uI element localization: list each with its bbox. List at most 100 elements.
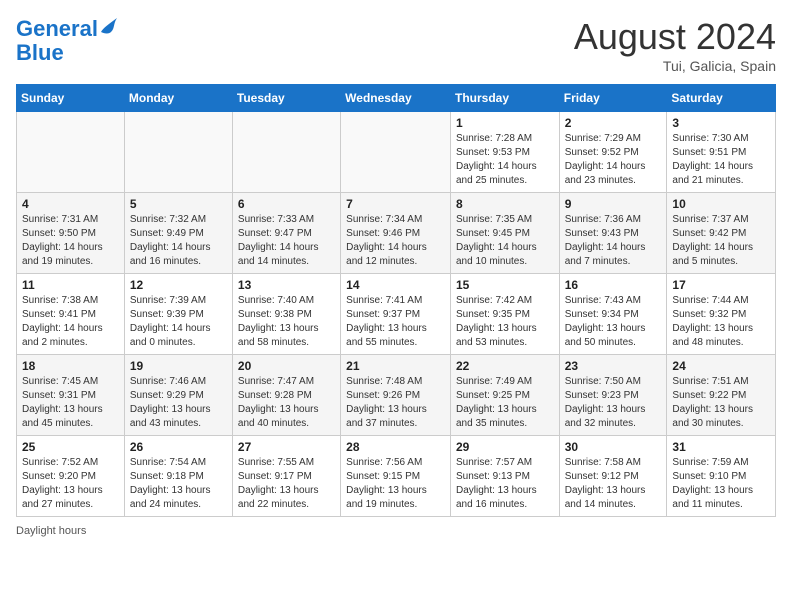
day-number: 23 (565, 359, 662, 373)
calendar-cell: 25Sunrise: 7:52 AM Sunset: 9:20 PM Dayli… (17, 436, 125, 517)
calendar-cell: 3Sunrise: 7:30 AM Sunset: 9:51 PM Daylig… (667, 112, 776, 193)
calendar-cell: 28 Sunrise: 7:56 AM Sunset: 9:15 PM Dayli… (341, 436, 451, 517)
day-number: 24 (672, 359, 770, 373)
day-number: 8 (456, 197, 554, 211)
calendar-cell: 11Sunrise: 7:38 AM Sunset: 9:41 PM Dayli… (17, 274, 125, 355)
day-number: 11 (22, 278, 119, 292)
day-info: Sunrise: 7:45 AM Sunset: 9:31 PM Dayligh… (22, 375, 119, 431)
day-number: 28 (346, 440, 445, 454)
day-number: 27 (238, 440, 335, 454)
day-info: Sunrise: 7:39 AM Sunset: 9:39 PM Dayligh… (130, 294, 227, 350)
calendar-header-row: SundayMondayTuesdayWednesdayThursdayFrid… (17, 85, 776, 112)
day-number: 19 (130, 359, 227, 373)
calendar-header-friday: Friday (559, 85, 667, 112)
day-number: 13 (238, 278, 335, 292)
calendar-cell: 19 Sunrise: 7:46 AM Sunset: 9:29 PM Dayli… (124, 355, 232, 436)
day-info: Sunrise: 7:50 AM Sunset: 9:23 PM Dayligh… (565, 375, 662, 431)
day-info: Sunrise: 7:42 AM Sunset: 9:35 PM Dayligh… (456, 294, 554, 350)
day-number: 31 (672, 440, 770, 454)
calendar-cell: 5 Sunrise: 7:32 AM Sunset: 9:49 PM Daylig… (124, 193, 232, 274)
day-info: Sunrise: 7:32 AM Sunset: 9:49 PM Dayligh… (130, 213, 227, 269)
calendar-cell: 23 Sunrise: 7:50 AM Sunset: 9:23 PM Dayli… (559, 355, 667, 436)
calendar-week-5: 25Sunrise: 7:52 AM Sunset: 9:20 PM Dayli… (17, 436, 776, 517)
logo-general: General (16, 16, 98, 41)
calendar-header-monday: Monday (124, 85, 232, 112)
day-info: Sunrise: 7:46 AM Sunset: 9:29 PM Dayligh… (130, 375, 227, 431)
day-info: Sunrise: 7:28 AM Sunset: 9:53 PM Dayligh… (456, 132, 554, 188)
day-info: Sunrise: 7:37 AM Sunset: 9:42 PM Dayligh… (672, 213, 770, 269)
day-number: 25 (22, 440, 119, 454)
logo-blue: Blue (16, 40, 64, 65)
calendar-header-thursday: Thursday (450, 85, 559, 112)
day-number: 18 (22, 359, 119, 373)
page-header: General Blue August 2024 Tui, Galicia, S… (16, 16, 776, 74)
location-subtitle: Tui, Galicia, Spain (574, 58, 776, 74)
day-info: Sunrise: 7:55 AM Sunset: 9:17 PM Dayligh… (238, 456, 335, 512)
day-number: 4 (22, 197, 119, 211)
day-number: 21 (346, 359, 445, 373)
calendar-header-tuesday: Tuesday (232, 85, 340, 112)
calendar-cell: 16Sunrise: 7:43 AM Sunset: 9:34 PM Dayli… (559, 274, 667, 355)
day-number: 15 (456, 278, 554, 292)
day-info: Sunrise: 7:29 AM Sunset: 9:52 PM Dayligh… (565, 132, 662, 188)
day-number: 14 (346, 278, 445, 292)
calendar-cell (124, 112, 232, 193)
logo: General Blue (16, 16, 117, 65)
day-number: 30 (565, 440, 662, 454)
calendar-cell: 31Sunrise: 7:59 AM Sunset: 9:10 PM Dayli… (667, 436, 776, 517)
day-info: Sunrise: 7:36 AM Sunset: 9:43 PM Dayligh… (565, 213, 662, 269)
day-number: 2 (565, 116, 662, 130)
day-number: 17 (672, 278, 770, 292)
day-info: Sunrise: 7:56 AM Sunset: 9:15 PM Dayligh… (346, 456, 445, 512)
calendar-cell: 4 Sunrise: 7:31 AM Sunset: 9:50 PM Daylig… (17, 193, 125, 274)
day-number: 6 (238, 197, 335, 211)
day-number: 29 (456, 440, 554, 454)
day-info: Sunrise: 7:48 AM Sunset: 9:26 PM Dayligh… (346, 375, 445, 431)
calendar-cell: 22Sunrise: 7:49 AM Sunset: 9:25 PM Dayli… (450, 355, 559, 436)
calendar-week-3: 11Sunrise: 7:38 AM Sunset: 9:41 PM Dayli… (17, 274, 776, 355)
calendar-cell: 7Sunrise: 7:34 AM Sunset: 9:46 PM Daylig… (341, 193, 451, 274)
day-number: 10 (672, 197, 770, 211)
calendar-week-2: 4 Sunrise: 7:31 AM Sunset: 9:50 PM Daylig… (17, 193, 776, 274)
calendar-table: SundayMondayTuesdayWednesdayThursdayFrid… (16, 84, 776, 517)
calendar-cell (232, 112, 340, 193)
calendar-cell: 10 Sunrise: 7:37 AM Sunset: 9:42 PM Dayli… (667, 193, 776, 274)
calendar-header-wednesday: Wednesday (341, 85, 451, 112)
calendar-cell: 12Sunrise: 7:39 AM Sunset: 9:39 PM Dayli… (124, 274, 232, 355)
calendar-cell: 27 Sunrise: 7:55 AM Sunset: 9:17 PM Dayli… (232, 436, 340, 517)
calendar-cell: 9 Sunrise: 7:36 AM Sunset: 9:43 PM Daylig… (559, 193, 667, 274)
day-info: Sunrise: 7:31 AM Sunset: 9:50 PM Dayligh… (22, 213, 119, 269)
calendar-cell: 26Sunrise: 7:54 AM Sunset: 9:18 PM Dayli… (124, 436, 232, 517)
title-area: August 2024 Tui, Galicia, Spain (574, 16, 776, 74)
calendar-cell: 29Sunrise: 7:57 AM Sunset: 9:13 PM Dayli… (450, 436, 559, 517)
calendar-cell: 14 Sunrise: 7:41 AM Sunset: 9:37 PM Dayli… (341, 274, 451, 355)
day-info: Sunrise: 7:44 AM Sunset: 9:32 PM Dayligh… (672, 294, 770, 350)
day-number: 5 (130, 197, 227, 211)
day-info: Sunrise: 7:47 AM Sunset: 9:28 PM Dayligh… (238, 375, 335, 431)
calendar-cell: 20Sunrise: 7:47 AM Sunset: 9:28 PM Dayli… (232, 355, 340, 436)
calendar-cell: 24 Sunrise: 7:51 AM Sunset: 9:22 PM Dayli… (667, 355, 776, 436)
calendar-week-4: 18 Sunrise: 7:45 AM Sunset: 9:31 PM Dayli… (17, 355, 776, 436)
calendar-cell: 17 Sunrise: 7:44 AM Sunset: 9:32 PM Dayli… (667, 274, 776, 355)
calendar-cell: 6 Sunrise: 7:33 AM Sunset: 9:47 PM Daylig… (232, 193, 340, 274)
day-info: Sunrise: 7:33 AM Sunset: 9:47 PM Dayligh… (238, 213, 335, 269)
day-info: Sunrise: 7:51 AM Sunset: 9:22 PM Dayligh… (672, 375, 770, 431)
day-info: Sunrise: 7:35 AM Sunset: 9:45 PM Dayligh… (456, 213, 554, 269)
day-number: 22 (456, 359, 554, 373)
calendar-cell: 30 Sunrise: 7:58 AM Sunset: 9:12 PM Dayli… (559, 436, 667, 517)
day-info: Sunrise: 7:40 AM Sunset: 9:38 PM Dayligh… (238, 294, 335, 350)
day-info: Sunrise: 7:41 AM Sunset: 9:37 PM Dayligh… (346, 294, 445, 350)
calendar-week-1: 1Sunrise: 7:28 AM Sunset: 9:53 PM Daylig… (17, 112, 776, 193)
calendar-cell: 18 Sunrise: 7:45 AM Sunset: 9:31 PM Dayli… (17, 355, 125, 436)
calendar-cell: 2 Sunrise: 7:29 AM Sunset: 9:52 PM Daylig… (559, 112, 667, 193)
calendar-cell: 1Sunrise: 7:28 AM Sunset: 9:53 PM Daylig… (450, 112, 559, 193)
daylight-label: Daylight hours (16, 525, 86, 537)
day-info: Sunrise: 7:30 AM Sunset: 9:51 PM Dayligh… (672, 132, 770, 188)
footer-note: Daylight hours (16, 525, 776, 537)
day-number: 9 (565, 197, 662, 211)
day-info: Sunrise: 7:34 AM Sunset: 9:46 PM Dayligh… (346, 213, 445, 269)
day-number: 26 (130, 440, 227, 454)
day-number: 16 (565, 278, 662, 292)
day-info: Sunrise: 7:58 AM Sunset: 9:12 PM Dayligh… (565, 456, 662, 512)
calendar-header-saturday: Saturday (667, 85, 776, 112)
